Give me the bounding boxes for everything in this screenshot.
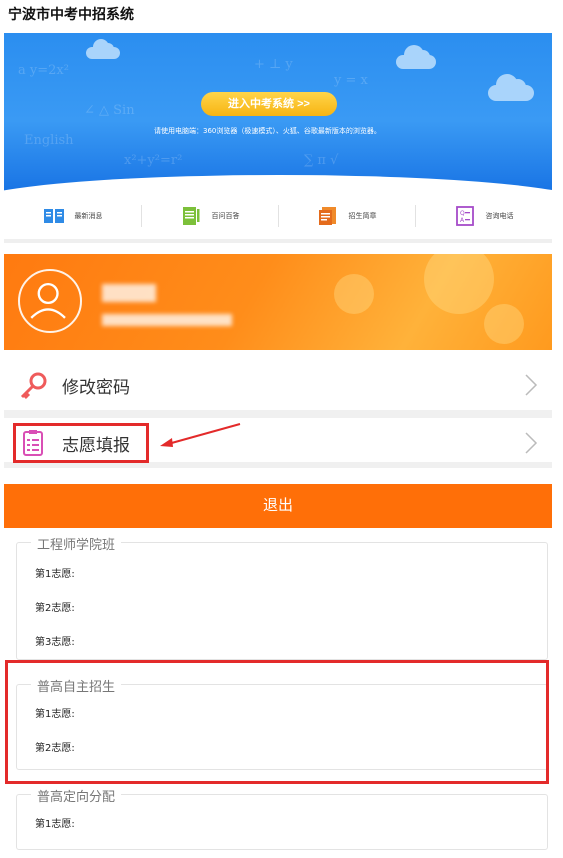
fill-volunteer-label: 志愿填报 <box>62 436 130 456</box>
user-profile-card <box>4 254 552 350</box>
brochure-icon <box>318 207 336 225</box>
chalkboard-decoration: ∠ △ Sin <box>84 103 135 118</box>
quick-nav-label: 百问百答 <box>211 212 240 220</box>
qa-notebook-icon <box>182 207 199 225</box>
cloud-icon <box>488 74 534 101</box>
quick-nav-label: 招生简章 <box>348 212 377 220</box>
enter-exam-system-button[interactable]: 进入中考系统 >> <box>201 92 337 116</box>
avatar <box>18 269 82 333</box>
logout-button[interactable]: 退出 <box>4 484 552 528</box>
bokeh-decoration <box>424 254 494 314</box>
chalkboard-decoration: ∑ π √ <box>304 153 339 168</box>
volunteer-fill-row[interactable]: 志愿填报 <box>4 418 552 468</box>
choice-2: 第2志愿: <box>35 603 75 614</box>
change-password-label: 修改密码 <box>62 378 130 398</box>
banner-hill-decoration <box>4 175 552 193</box>
quick-nav-faq[interactable]: 百问百答 <box>141 193 278 239</box>
section-title: 工程师学院班 <box>31 534 122 553</box>
chevron-right-icon <box>525 374 538 396</box>
bokeh-decoration <box>484 304 524 344</box>
chalkboard-decoration: y = x <box>334 73 368 88</box>
choice-1: 第1志愿: <box>35 569 75 580</box>
bokeh-decoration <box>334 274 374 314</box>
quick-nav-label: 最新消息 <box>74 212 103 220</box>
user-icon <box>30 282 66 319</box>
chalkboard-decoration: a y=2x² <box>18 63 69 78</box>
quick-nav-brochure[interactable]: 招生简章 <box>278 193 415 239</box>
user-name-redacted <box>102 284 156 302</box>
annotation-arrow-icon <box>160 423 241 447</box>
chalkboard-decoration: English <box>24 133 74 148</box>
clipboard-list-icon <box>23 430 43 456</box>
chevron-right-icon <box>525 432 538 454</box>
quick-nav-consult[interactable]: Q A 咨询电话 <box>415 193 552 239</box>
browser-tip: 请使用电脑端：360浏览器（极速模式）、火狐、谷歌最新版本的浏览器。 <box>154 127 381 135</box>
section-engineer-class: 工程师学院班 第1志愿: 第2志愿: 第3志愿: <box>16 534 548 660</box>
hero-banner: a y=2x² ∠ △ Sin English + ⊥ y x²+y²=r² ∑… <box>4 33 552 193</box>
annotation-highlight-box <box>5 660 549 784</box>
quick-nav: 最新消息 百问百答 招生简章 Q A 咨询电话 <box>4 193 552 243</box>
chalkboard-decoration: x²+y²=r² <box>124 153 183 168</box>
cloud-icon <box>86 39 120 59</box>
quick-nav-label: 咨询电话 <box>485 212 514 220</box>
quick-nav-news[interactable]: 最新消息 <box>4 193 141 239</box>
user-id-redacted <box>102 314 232 326</box>
change-password-row[interactable]: 修改密码 <box>4 360 552 418</box>
news-icon <box>43 209 64 223</box>
choice-1: 第1志愿: <box>35 819 75 830</box>
key-icon <box>20 372 47 400</box>
consult-phone-icon: Q A <box>455 206 474 226</box>
section-directed-allocation: 普高定向分配 第1志愿: <box>16 786 548 850</box>
app-title: 宁波市中考中招系统 <box>8 7 134 23</box>
svg-text:Q: Q <box>460 210 465 217</box>
choice-3: 第3志愿: <box>35 637 75 648</box>
section-title: 普高定向分配 <box>31 786 122 805</box>
chalkboard-decoration: + ⊥ y <box>254 57 293 72</box>
svg-text:A: A <box>460 217 465 224</box>
cloud-icon <box>396 45 436 69</box>
